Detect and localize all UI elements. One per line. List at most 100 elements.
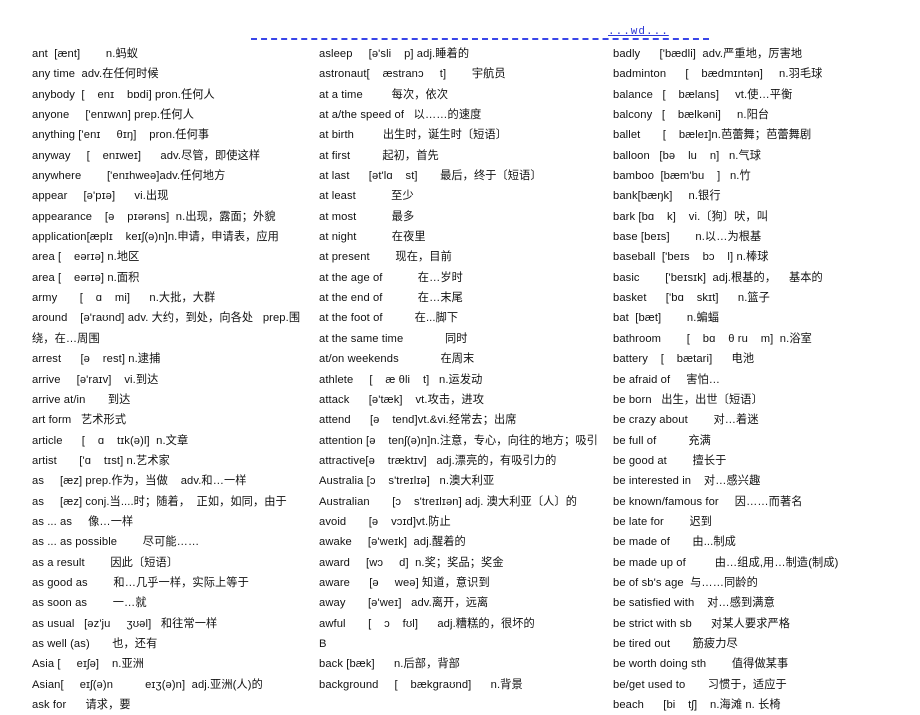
vocabulary-columns: ant [ænt] n.蚂蚁 any time adv.在任何时候 anybody … <box>0 40 920 711</box>
vocabulary-entry: balloon [bə lu n] n.气球 <box>613 149 762 162</box>
vocabulary-entry: as well (as) 也，还有 <box>32 637 158 650</box>
vocabulary-entry: anything ['enɪ θɪŋ] pron.任何事 <box>32 129 210 142</box>
vocabulary-entry: be strict with sb 对某人要求严格 <box>613 617 791 630</box>
vocabulary-entry: appearance [ə pɪərəns] n.出现，露面；外貌 <box>32 210 276 223</box>
vocabulary-entry: awake [ə'weɪk] adj.醒着的 <box>319 536 466 549</box>
vocabulary-entry: at least 至少 <box>319 190 414 203</box>
vocabulary-entry: at the same time 同时 <box>319 332 468 345</box>
vocabulary-entry: arrive [ə'raɪv] vi.到达 <box>32 373 159 386</box>
vocabulary-entry: at the age of 在…岁时 <box>319 271 463 284</box>
vocabulary-entry: article [ ɑ tɪk(ə)l] n.文章 <box>32 434 189 447</box>
vocabulary-entry: be crazy about 对…着迷 <box>613 414 759 427</box>
vocabulary-entry: artist ['ɑ tɪst] n.艺术家 <box>32 454 170 467</box>
column-right: badly ['bædli] adv.严重地，厉害地 badminton [ bæ… <box>605 40 920 715</box>
vocabulary-entry: at/on weekends 在周末 <box>319 353 475 366</box>
vocabulary-entry: badminton [ bædmɪntən] n.羽毛球 <box>613 68 823 81</box>
vocabulary-entry: at the end of 在…末尾 <box>319 292 463 305</box>
vocabulary-entry: be made of 由...制成 <box>613 536 736 549</box>
vocabulary-entry: baseball ['beɪs bɔ l] n.棒球 <box>613 251 769 264</box>
vocabulary-entry: balance [ bælans] vt.使…平衡 <box>613 88 793 101</box>
vocabulary-entry: at first 起初，首先 <box>319 149 439 162</box>
vocabulary-entry: be full of 充满 <box>613 434 711 447</box>
vocabulary-entry: at a/the speed of 以……的速度 <box>319 109 482 122</box>
vocabulary-entry: anywhere ['enɪhweə]adv.任何地方 <box>32 170 226 183</box>
vocabulary-entry: Asia [ eɪʃə] n.亚洲 <box>32 658 145 671</box>
vocabulary-entry: balcony [ bælkəni] n.阳台 <box>613 109 770 122</box>
vocabulary-entry: be/get used to 习惯于，适应于 <box>613 678 787 691</box>
column-left: ant [ænt] n.蚂蚁 any time adv.在任何时候 anybody … <box>0 40 305 715</box>
vocabulary-entry: bark [bɑ k] vi.〔狗〕吠，叫 <box>613 210 769 223</box>
vocabulary-entry: be born 出生，出世〔短语〕 <box>613 393 763 406</box>
vocabulary-entry: be late for 迟到 <box>613 515 713 528</box>
vocabulary-entry: appear [ə'pɪə] vi.出现 <box>32 190 169 203</box>
vocabulary-entry: Asian[ eɪʃ(ə)n eɪʒ(ə)n] adj.亚洲(人)的 <box>32 678 263 691</box>
vocabulary-entry: at the foot of 在...脚下 <box>319 312 459 325</box>
vocabulary-entry: be known/famous for 因……而著名 <box>613 495 803 508</box>
header-link[interactable]: ...wd... <box>608 26 669 38</box>
vocabulary-entry: be of sb's age 与……同龄的 <box>613 576 758 589</box>
vocabulary-entry: at a time 每次，依次 <box>319 88 449 101</box>
vocabulary-entry: at present 现在，目前 <box>319 251 452 264</box>
vocabulary-entry: battery [ bætari] 电池 <box>613 353 755 366</box>
vocabulary-entry: as soon as 一…就 <box>32 597 147 610</box>
vocabulary-entry: area [ eərɪə] n.地区 <box>32 251 140 264</box>
vocabulary-entry: Australia [ɔ s'treɪlɪə] n.澳大利亚 <box>319 475 495 488</box>
vocabulary-entry: bathroom [ bɑ θ ru m] n.浴室 <box>613 332 812 345</box>
vocabulary-entry: army [ ɑ mi] n.大批，大群 <box>32 292 216 305</box>
vocabulary-entry: area [ eərɪə] n.面积 <box>32 271 140 284</box>
vocabulary-entry: be tired out 筋疲力尽 <box>613 637 738 650</box>
vocabulary-entry: application[æplɪ keɪʃ(ə)n]n.申请，申请表，应用 <box>32 231 279 244</box>
vocabulary-entry: be interested in 对…感兴趣 <box>613 475 761 488</box>
vocabulary-entry: basic ['beɪsɪk] adj.根基的， 基本的 <box>613 271 823 284</box>
vocabulary-entry: anyway [ enɪweɪ] adv.尽管，即使这样 <box>32 149 261 162</box>
vocabulary-entry: beach [bi tʃ] n.海滩 n. 长椅 <box>613 699 781 711</box>
vocabulary-entry: attack [ə'tæk] vt.攻击，进攻 <box>319 393 485 406</box>
vocabulary-entry: Australian [ɔ s'treɪlɪən] adj. 澳大利亚〔人〕的 <box>319 495 577 508</box>
vocabulary-entry: arrest [ə rest] n.逮捕 <box>32 353 161 366</box>
vocabulary-entry: as ... as possible 尽可能…… <box>32 536 200 549</box>
vocabulary-entry: be good at 擅长于 <box>613 454 727 467</box>
section-letter: B <box>319 637 327 650</box>
vocabulary-entry: as a result 因此〔短语〕 <box>32 556 179 569</box>
vocabulary-entry: as [æz] conj.当....时；随着， 正如，如同，由于 <box>32 495 287 508</box>
vocabulary-entry: ballet [ bæleɪ]n.芭蕾舞；芭蕾舞剧 <box>613 129 812 142</box>
vocabulary-entry: basket ['bɑ skɪt] n.篮子 <box>613 292 770 305</box>
vocabulary-entry: bank[bæŋk] n.银行 <box>613 190 721 203</box>
vocabulary-entry: athlete [ æ θli t] n.运发动 <box>319 373 483 386</box>
vocabulary-entry: asleep [ə'sli p] adj.睡着的 <box>319 48 470 60</box>
vocabulary-entry: any time adv.在任何时候 <box>32 68 159 81</box>
vocabulary-entry: ant [ænt] n.蚂蚁 <box>32 48 139 60</box>
vocabulary-entry: bat [bæt] n.蝙蝠 <box>613 312 720 325</box>
vocabulary-entry: as good as 和…几乎一样，实际上等于 <box>32 576 249 589</box>
vocabulary-entry: arrive at/in 到达 <box>32 393 131 406</box>
vocabulary-entry: attention [ə tenʃ(ə)n]n.注意，专心，向往的地方；吸引 <box>319 434 598 447</box>
vocabulary-entry: be satisfied with 对…感到满意 <box>613 597 775 610</box>
vocabulary-entry: as usual [əz'ju ʒʊəl] 和往常一样 <box>32 617 218 630</box>
vocabulary-entry: art form 艺术形式 <box>32 414 127 427</box>
vocabulary-entry: as [æz] prep.作为，当做 adv.和…一样 <box>32 475 247 488</box>
vocabulary-entry: as ... as 像…一样 <box>32 515 134 528</box>
vocabulary-entry: be made up of 由…组成,用…制造(制成) <box>613 556 839 569</box>
vocabulary-entry: ask for 请求，要 <box>32 699 131 711</box>
vocabulary-entry: at birth 出生时，诞生时〔短语〕 <box>319 129 508 142</box>
vocabulary-entry: back [bæk] n.后部，背部 <box>319 658 460 671</box>
vocabulary-entry: away [ə'weɪ] adv.离开，远离 <box>319 597 489 610</box>
vocabulary-entry: anybody [ enɪ bɒdi] pron.任何人 <box>32 88 215 101</box>
vocabulary-entry: be worth doing sth 值得做某事 <box>613 658 789 671</box>
column-middle: asleep [ə'sli p] adj.睡着的 astronaut[ æstra… <box>305 40 605 695</box>
vocabulary-entry: at last [ət'lɑ st] 最后，终于〔短语〕 <box>319 170 542 183</box>
vocabulary-entry: at night 在夜里 <box>319 231 426 244</box>
vocabulary-entry: avoid [ə vɔɪd]vt.防止 <box>319 515 451 528</box>
vocabulary-entry: at most 最多 <box>319 210 415 223</box>
vocabulary-entry: badly ['bædli] adv.严重地，厉害地 <box>613 48 803 60</box>
document-header: ...wd... <box>0 0 920 40</box>
vocabulary-entry: around [ə'raʊnd] adv. 大约，到处，向各处 prep.围绕，… <box>32 312 301 345</box>
vocabulary-entry: background [ bækgraʊnd] n.背景 <box>319 678 523 691</box>
vocabulary-entry: aware [ə weə] 知道，意识到 <box>319 576 490 589</box>
vocabulary-entry: base [beɪs] n.以…为根基 <box>613 231 762 244</box>
vocabulary-entry: be afraid of 害怕… <box>613 373 721 386</box>
vocabulary-entry: attend [ə tend]vt.&vi.经常去；出席 <box>319 414 517 427</box>
vocabulary-entry: awful [ ɔ fʊl] adj.糟糕的，很坏的 <box>319 617 535 630</box>
vocabulary-entry: bamboo [bæm'bu ] n.竹 <box>613 170 751 183</box>
vocabulary-entry: attractive[ə træktɪv] adj.漂亮的，有吸引力的 <box>319 454 557 467</box>
